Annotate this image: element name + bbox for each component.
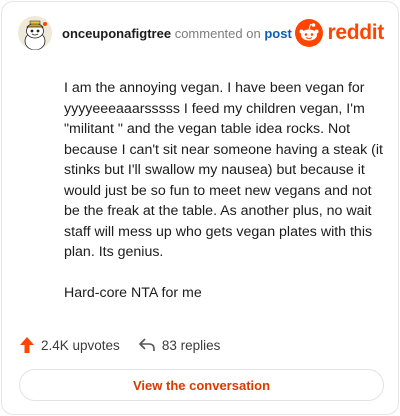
reply-count: 83 replies xyxy=(161,337,221,353)
comment-actions: 2.4K upvotes 83 replies xyxy=(19,335,220,355)
comment-meta: onceuponafigtree commented on post xyxy=(62,26,292,41)
username-link[interactable]: onceuponafigtree xyxy=(62,26,171,41)
reddit-brand[interactable]: reddit xyxy=(295,18,384,48)
action-text: commented on xyxy=(174,26,261,41)
comment-paragraph: I am the annoying vegan. I have been veg… xyxy=(64,80,383,260)
reply-arrow-icon xyxy=(139,338,155,351)
comment-card: onceuponafigtree commented on post reddi… xyxy=(1,1,399,415)
view-conversation-button[interactable]: View the conversation xyxy=(19,369,384,401)
upvote-count: 2.4K upvotes xyxy=(41,337,120,353)
upvote-button[interactable]: 2.4K upvotes xyxy=(19,336,120,354)
replies-button[interactable]: 83 replies xyxy=(138,337,221,353)
comment-header: onceuponafigtree commented on post reddi… xyxy=(18,16,384,54)
reddit-logo-icon xyxy=(295,19,324,47)
post-link[interactable]: post xyxy=(264,26,291,41)
upvote-arrow-icon xyxy=(20,337,34,353)
comment-paragraph: Hard-core NTA for me xyxy=(64,284,202,301)
comment-body: I am the annoying vegan. I have been veg… xyxy=(64,78,384,323)
brand-wordmark: reddit xyxy=(327,21,384,44)
user-avatar-icon[interactable] xyxy=(18,16,52,50)
